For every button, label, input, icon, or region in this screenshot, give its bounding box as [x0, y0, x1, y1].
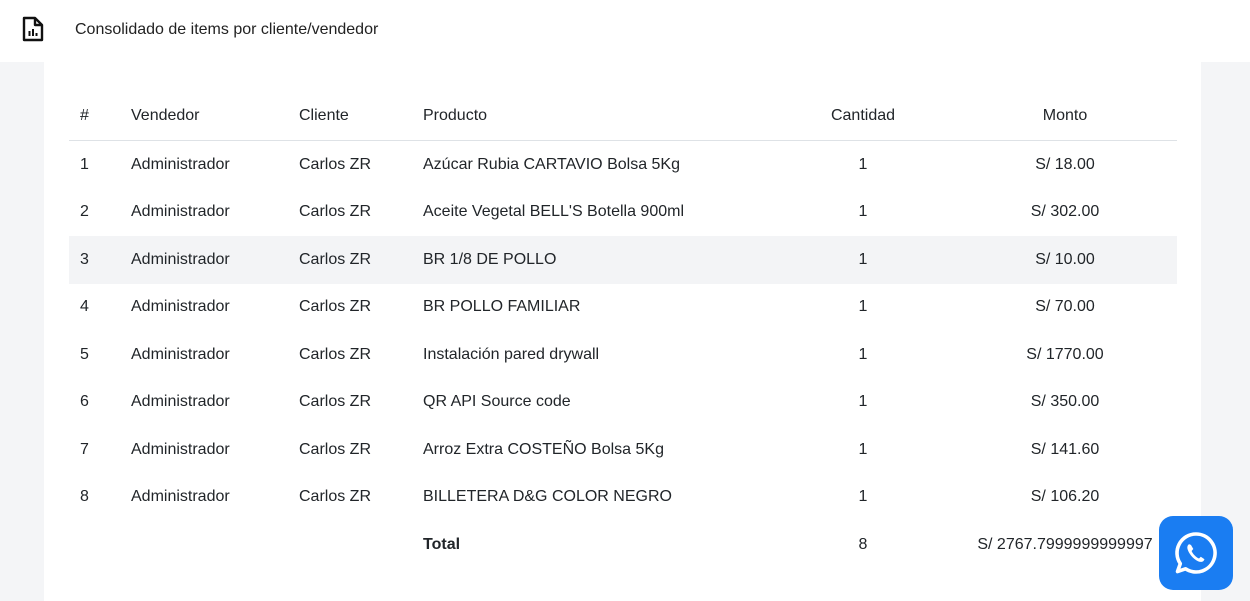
cell-vendedor: Administrador [131, 488, 230, 506]
cell-cantidad: 1 [858, 440, 868, 458]
cell-vendedor: Administrador [131, 236, 299, 284]
cell-number: 5 [80, 345, 89, 363]
cell-cliente: Carlos ZR [299, 298, 372, 316]
column-header-vendedor: Vendedor [131, 91, 299, 141]
cell-cliente: Carlos ZR [299, 203, 372, 221]
cell-monto: S/ 141.60 [1030, 440, 1100, 458]
cell-number: 8 [80, 488, 89, 506]
cell-cantidad: 1 [858, 393, 868, 411]
cell-number: 6 [80, 393, 89, 411]
cell-cliente: Carlos ZR [299, 488, 372, 506]
cell-vendedor: Administrador [131, 298, 230, 316]
column-header-number: # [69, 91, 131, 141]
cell-cantidad: 1 [858, 203, 868, 221]
cell-monto: S/ 1770.00 [1026, 345, 1104, 363]
cell-vendedor: Administrador [131, 440, 230, 458]
cell-producto: Arroz Extra COSTEÑO Bolsa 5Kg [423, 440, 664, 458]
total-label: Total [423, 535, 461, 553]
total-monto: S/ 2767.7999999999997 [977, 535, 1153, 553]
column-header-cantidad: Cantidad [773, 91, 953, 141]
cell-number: 2 [80, 203, 89, 221]
cell-producto: Aceite Vegetal BELL'S Botella 900ml [423, 203, 684, 221]
cell-cantidad: 1 [858, 345, 868, 363]
cell-producto: QR API Source code [423, 393, 571, 411]
cell-monto: S/ 10.00 [953, 236, 1177, 284]
cell-cliente: Carlos ZR [299, 393, 372, 411]
total-row: Total 8 S/ 2767.7999999999997 [69, 521, 1177, 569]
page-title: Consolidado de items por cliente/vendedo… [75, 21, 379, 38]
column-header-cliente: Cliente [299, 91, 423, 141]
cell-cliente: Carlos ZR [299, 236, 423, 284]
cell-monto: S/ 18.00 [1035, 155, 1095, 173]
total-cantidad: 8 [858, 535, 868, 553]
cell-monto: S/ 350.00 [1030, 393, 1100, 411]
cell-producto: BR 1/8 DE POLLO [423, 236, 773, 284]
items-table: # Vendedor Cliente Producto Cantidad Mon… [69, 91, 1177, 569]
cell-producto: BILLETERA D&G COLOR NEGRO [423, 488, 672, 506]
cell-vendedor: Administrador [131, 203, 230, 221]
header-bar: Consolidado de items por cliente/vendedo… [0, 0, 1250, 62]
report-card: # Vendedor Cliente Producto Cantidad Mon… [44, 62, 1201, 601]
report-icon [22, 16, 44, 42]
cell-cliente: Carlos ZR [299, 155, 372, 173]
cell-cliente: Carlos ZR [299, 440, 372, 458]
cell-monto: S/ 106.20 [1030, 488, 1100, 506]
whatsapp-button[interactable] [1159, 516, 1233, 590]
cell-producto: BR POLLO FAMILIAR [423, 298, 581, 316]
whatsapp-icon [1175, 532, 1217, 574]
table-row: 5 Administrador Carlos ZR Instalación pa… [69, 331, 1177, 379]
cell-monto: S/ 70.00 [1035, 298, 1095, 316]
cell-cliente: Carlos ZR [299, 345, 372, 363]
table-row: 7 Administrador Carlos ZR Arroz Extra CO… [69, 426, 1177, 474]
cell-number: 4 [80, 298, 89, 316]
table-row: 2 Administrador Carlos ZR Aceite Vegetal… [69, 189, 1177, 237]
table-row: 1 Administrador Carlos ZR Azúcar Rubia C… [69, 141, 1177, 189]
cell-cantidad: 1 [858, 488, 868, 506]
cell-cantidad: 1 [858, 298, 868, 316]
cell-cantidad: 1 [773, 236, 953, 284]
cell-number: 1 [80, 155, 89, 173]
cell-cantidad: 1 [858, 155, 868, 173]
cell-vendedor: Administrador [131, 345, 230, 363]
table-row: 4 Administrador Carlos ZR BR POLLO FAMIL… [69, 284, 1177, 332]
cell-producto: Azúcar Rubia CARTAVIO Bolsa 5Kg [423, 155, 680, 173]
cell-monto: S/ 302.00 [1030, 203, 1100, 221]
cell-number: 7 [80, 440, 89, 458]
column-header-monto: Monto [953, 91, 1177, 141]
table-row: 8 Administrador Carlos ZR BILLETERA D&G … [69, 474, 1177, 522]
cell-vendedor: Administrador [131, 393, 230, 411]
table-header-row: # Vendedor Cliente Producto Cantidad Mon… [69, 91, 1177, 141]
cell-vendedor: Administrador [131, 155, 230, 173]
table-row: 6 Administrador Carlos ZR QR API Source … [69, 379, 1177, 427]
cell-number: 3 [69, 236, 131, 284]
cell-producto: Instalación pared drywall [423, 345, 600, 363]
column-header-producto: Producto [423, 91, 773, 141]
table-row: 3 Administrador Carlos ZR BR 1/8 DE POLL… [69, 236, 1177, 284]
